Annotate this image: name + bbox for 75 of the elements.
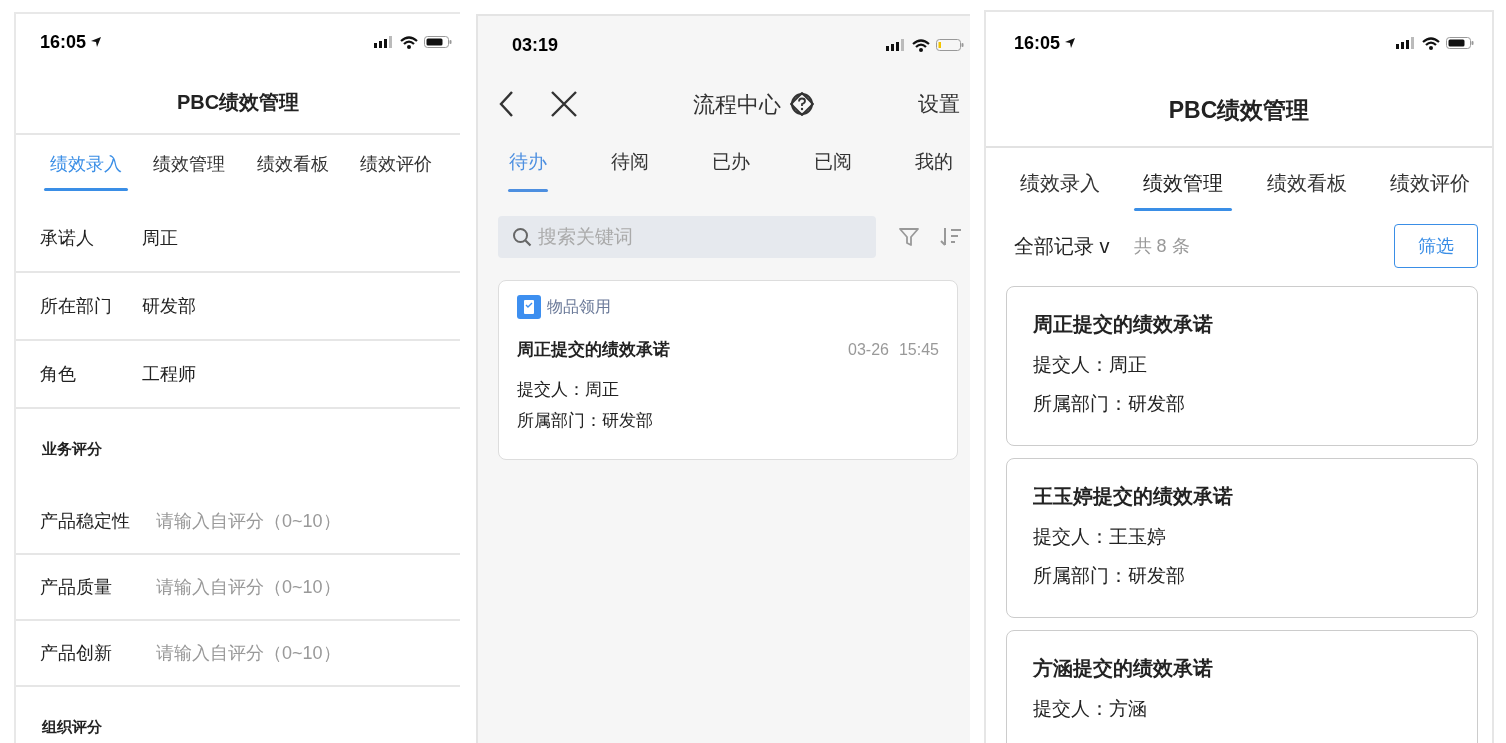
card-detail: 提交人：方涵: [1033, 697, 1148, 721]
record-card[interactable]: 王玉婷提交的绩效承诺 提交人：王玉婷 所属部门：研发部: [1006, 458, 1478, 618]
wifi-icon: [912, 38, 930, 52]
card-title: 方涵提交的绩效承诺: [1033, 656, 1214, 681]
location-arrow-icon: [90, 36, 103, 48]
field-label: 承诺人: [40, 226, 95, 250]
card-detail: 提交人：王玉婷: [1033, 525, 1167, 549]
tab[interactable]: 绩效管理: [139, 151, 240, 205]
search-field[interactable]: 搜索关键词: [498, 216, 876, 258]
record-filter-dropdown[interactable]: 全部记录 v: [1014, 231, 1110, 261]
record-count: 共 8 条: [1133, 234, 1190, 258]
field-label: 产品稳定性: [40, 509, 131, 533]
signal-icon: [374, 36, 394, 48]
field-label: 产品质量: [40, 575, 113, 599]
tab[interactable]: 绩效录入: [36, 151, 136, 205]
wifi-icon: [1422, 36, 1440, 50]
field-label: 所在部门: [40, 294, 113, 318]
card-detail: 所属部门：研发部: [1033, 563, 1186, 588]
section-heading: 组织评分: [42, 716, 102, 737]
tab[interactable]: 绩效评价: [346, 151, 446, 205]
field-value: 研发部: [142, 294, 196, 318]
card-detail: 所属部门：研发部: [517, 410, 654, 432]
filter-icon: [898, 226, 920, 248]
section-heading: 业务评分: [42, 438, 102, 459]
tab[interactable]: 绩效看板: [242, 151, 343, 205]
document-icon: [517, 295, 541, 319]
tab[interactable]: 我的: [914, 148, 954, 214]
filter-button[interactable]: 筛选: [1394, 224, 1478, 268]
record-card[interactable]: 周正提交的绩效承诺 提交人：周正 所属部门：研发部: [1006, 286, 1478, 446]
tab[interactable]: 绩效管理: [1133, 168, 1234, 218]
card-date: 03-26: [848, 339, 889, 360]
score-input-field[interactable]: 请输入自评分（0~10）: [156, 507, 460, 535]
help-icon: [789, 91, 815, 117]
battery-icon: [424, 36, 452, 48]
tab[interactable]: 绩效评价: [1380, 168, 1480, 218]
settings-button[interactable]: 设置: [918, 88, 960, 120]
wifi-icon: [400, 35, 418, 49]
category-label: 物品领用: [547, 297, 611, 317]
sort-icon: [940, 226, 962, 248]
card-title: 王玉婷提交的绩效承诺: [1033, 484, 1234, 509]
tab[interactable]: 已办: [711, 148, 751, 214]
sort-button[interactable]: [940, 226, 962, 248]
card-detail: 提交人：周正: [1033, 353, 1148, 377]
screen-title: PBC绩效管理: [176, 89, 300, 115]
battery-icon: [936, 39, 964, 51]
field-label: 角色: [40, 362, 77, 386]
card-detail: 所属部门：研发部: [1033, 391, 1186, 416]
close-icon: [550, 90, 578, 118]
location-arrow-icon: [1064, 37, 1077, 49]
card-title: 周正提交的绩效承诺: [1033, 312, 1214, 337]
signal-icon: [886, 39, 906, 51]
signal-icon: [1396, 37, 1416, 49]
record-card[interactable]: 方涵提交的绩效承诺 提交人：方涵: [1006, 630, 1478, 743]
card-title: 周正提交的绩效承诺: [517, 339, 670, 361]
task-card[interactable]: 物品领用 周正提交的绩效承诺 03-26 15:45 提交人：周正 所属部门：研发部: [498, 280, 958, 460]
field-value: 周正: [142, 226, 178, 250]
score-input-field[interactable]: 请输入自评分（0~10）: [156, 573, 460, 601]
tab[interactable]: 绩效录入: [1010, 168, 1110, 218]
search-icon: [512, 227, 532, 247]
screen-title: PBC绩效管理: [1168, 95, 1310, 125]
tab[interactable]: 已阅: [812, 148, 853, 214]
card-detail: 提交人：周正: [517, 378, 620, 401]
field-value: 工程师: [142, 362, 196, 386]
status-time: 16:05: [1014, 31, 1061, 55]
tab[interactable]: 待阅: [609, 148, 650, 214]
card-time: 15:45: [898, 339, 939, 360]
screen-title: 流程中心: [693, 90, 781, 119]
field-label: 产品创新: [40, 641, 113, 665]
tab[interactable]: 绩效看板: [1256, 168, 1357, 218]
status-time: 16:05: [40, 30, 87, 54]
battery-icon: [1446, 37, 1474, 49]
score-input-field[interactable]: 请输入自评分（0~10）: [156, 639, 460, 667]
status-time: 03:19: [512, 33, 559, 57]
back-chevron-icon: [498, 90, 514, 118]
filter-button[interactable]: [898, 226, 920, 248]
